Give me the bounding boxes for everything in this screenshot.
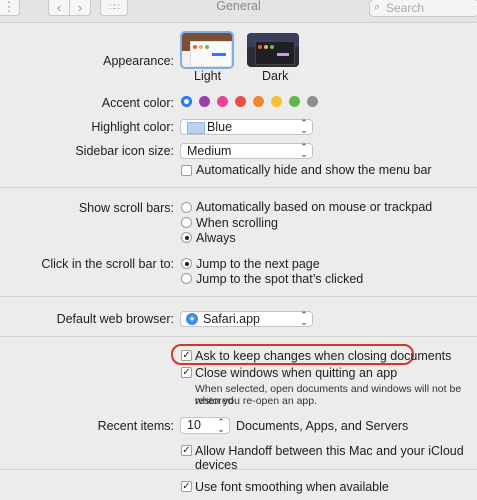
section-divider	[0, 296, 477, 297]
default-browser-value: Safari.app	[203, 312, 260, 326]
search-input[interactable]: ⌕ Search	[369, 0, 477, 17]
highlight-swatch	[187, 122, 205, 134]
default-browser-popup[interactable]: ✦ Safari.app ⌃ ⌄	[180, 311, 313, 327]
appearance-dark-thumbnail[interactable]	[247, 33, 299, 67]
show-scroll-bars-label: Show scroll bars:	[78, 201, 174, 215]
scroll-click-next-page-label: Jump to the next page	[196, 257, 320, 271]
chevron-updown-icon: ⌃ ⌄	[300, 142, 308, 159]
appearance-dark-label: Dark	[262, 69, 289, 83]
chevron-updown-icon: ⌃ ⌄	[300, 118, 308, 135]
chevron-updown-icon: ⌃ ⌄	[300, 310, 308, 327]
accent-color-swatch[interactable]	[181, 96, 192, 107]
allow-handoff-label: Allow Handoff between this Mac and your …	[195, 444, 464, 472]
accent-color-swatch[interactable]	[307, 96, 318, 107]
allow-handoff-checkbox[interactable]: ✓	[181, 445, 192, 456]
safari-icon: ✦	[186, 313, 198, 325]
scroll-bars-when-scrolling-label: When scrolling	[196, 216, 278, 230]
accent-color-swatch[interactable]	[289, 96, 300, 107]
ask-keep-changes-label: Ask to keep changes when closing documen…	[195, 349, 452, 363]
section-divider	[0, 336, 477, 337]
default-browser-label: Default web browser:	[56, 312, 174, 326]
appearance-light-label: Light	[194, 69, 222, 83]
accent-color-swatch[interactable]	[271, 96, 282, 107]
close-windows-label: Close windows when quitting an app	[195, 366, 398, 380]
scroll-bars-when-scrolling-radio[interactable]	[181, 217, 192, 228]
sidebar-icon-size-popup[interactable]: Medium ⌃ ⌄	[180, 143, 313, 159]
accent-color-swatch[interactable]	[235, 96, 246, 107]
scroll-click-spot-radio[interactable]	[181, 273, 192, 284]
close-windows-note-line2: when you re-open an app.	[195, 395, 318, 407]
scroll-bars-auto-label: Automatically based on mouse or trackpad	[196, 200, 433, 214]
section-divider	[0, 187, 477, 188]
accent-color-swatch[interactable]	[253, 96, 264, 107]
accent-color-label: Accent color:	[101, 96, 174, 110]
recent-items-suffix: Documents, Apps, and Servers	[236, 419, 409, 433]
scroll-bars-always-radio[interactable]	[181, 232, 192, 243]
sidebar-icon-size-label: Sidebar icon size:	[75, 144, 174, 158]
highlight-color-popup[interactable]: Blue ⌃ ⌄	[180, 119, 313, 135]
scroll-bars-auto-radio[interactable]	[181, 202, 192, 213]
window-toolbar: ⋮ ‹ › ∷∷ General ⌕ Search	[0, 0, 477, 23]
accent-color-swatch[interactable]	[199, 96, 210, 107]
ask-keep-changes-checkbox[interactable]: ✓	[181, 350, 192, 361]
section-divider	[0, 469, 477, 470]
font-smoothing-checkbox[interactable]: ✓	[181, 481, 192, 492]
recent-items-value: 10	[187, 418, 201, 432]
auto-hide-menu-bar-label: Automatically hide and show the menu bar	[196, 163, 432, 177]
chevron-updown-icon: ⌃ ⌄	[217, 417, 225, 434]
recent-items-popup[interactable]: 10 ⌃ ⌄	[180, 417, 230, 434]
highlight-color-label: Highlight color:	[91, 120, 174, 134]
appearance-label: Appearance:	[103, 54, 174, 68]
sidebar-icon-size-value: Medium	[187, 144, 232, 158]
appearance-light-thumbnail[interactable]	[180, 31, 234, 69]
scroll-click-next-page-radio[interactable]	[181, 258, 192, 269]
font-smoothing-label: Use font smoothing when available	[195, 480, 389, 494]
recent-items-label: Recent items:	[97, 419, 174, 433]
accent-color-swatch[interactable]	[217, 96, 228, 107]
close-windows-checkbox[interactable]: ✓	[181, 367, 192, 378]
scroll-bars-always-label: Always	[196, 231, 236, 245]
click-scroll-bar-label: Click in the scroll bar to:	[41, 257, 174, 271]
highlight-color-value: Blue	[207, 120, 233, 134]
search-placeholder: Search	[386, 1, 425, 15]
scroll-click-spot-label: Jump to the spot that’s clicked	[196, 272, 364, 286]
search-icon: ⌕	[374, 1, 381, 13]
auto-hide-menu-bar-checkbox[interactable]	[181, 165, 192, 176]
